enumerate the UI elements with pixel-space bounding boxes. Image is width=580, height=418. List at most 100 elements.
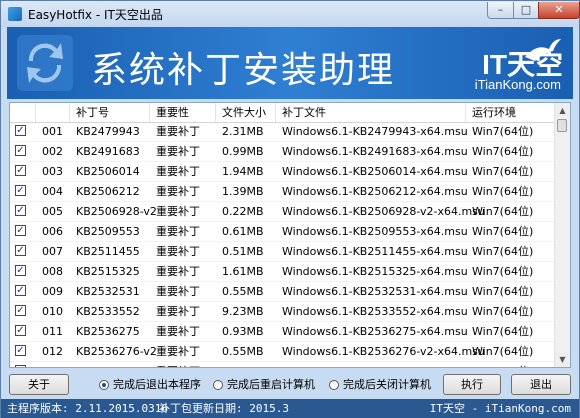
radio-dot-checked[interactable]: [99, 380, 109, 390]
run-environment: Win7(64位): [472, 145, 534, 158]
importance: 重要补丁: [156, 165, 200, 178]
run-environment: Win7(64位): [466, 362, 556, 367]
importance: 重要补丁: [156, 145, 200, 158]
importance: 重要补丁: [156, 285, 200, 298]
table-row[interactable]: ✓ 012 KB2536276-v2 重要补丁 0.55MB Windows6.1-KB2…: [10, 342, 556, 362]
patch-number: KB2506014: [76, 165, 140, 178]
importance: 重要补丁: [156, 185, 200, 198]
scroll-up-icon[interactable]: ▲: [555, 103, 570, 118]
patch-number: KB2515325: [76, 265, 140, 278]
table-row[interactable]: ✓ 013KB2544893重要补丁0.96MBWindows6.1-KB2544…: [10, 362, 556, 367]
row-checkbox[interactable]: ✓: [15, 245, 26, 256]
close-button[interactable]: ✕: [538, 2, 580, 19]
table-row[interactable]: ✓ 009 KB2532531 重要补丁 0.55MB Windows6.1-KB2532…: [10, 282, 556, 302]
update-date-text: 补丁包更新日期: 2015.3: [159, 402, 289, 415]
run-environment: Win7(64位): [472, 345, 534, 358]
row-number: 005: [42, 205, 63, 218]
run-environment: Win7(64位): [472, 285, 534, 298]
row-checkbox[interactable]: ✓: [15, 225, 26, 236]
row-checkbox[interactable]: ✓: [15, 325, 26, 336]
header-check[interactable]: [10, 103, 36, 122]
brand-logo: IT天空 iTianKong.com: [443, 37, 563, 93]
row-number: 003: [42, 165, 63, 178]
header-size[interactable]: 文件大小: [216, 103, 276, 122]
row-number: 008: [42, 265, 63, 278]
importance: 重要补丁: [156, 305, 200, 318]
file-size: 0.61MB: [222, 225, 264, 238]
main-window: EasyHotfix - IT天空出品 – □ ✕ 系统补丁安装助理 IT天空 …: [0, 0, 580, 418]
importance: 重要补丁: [156, 245, 200, 258]
row-checkbox[interactable]: ✓: [15, 165, 26, 176]
brand-sub: iTianKong.com: [474, 77, 561, 92]
table-row[interactable]: ✓ 006 KB2509553 重要补丁 0.61MB Windows6.1-KB2509…: [10, 222, 556, 242]
table-row[interactable]: ✓ 005 KB2506928-v2 重要补丁 0.22MB Windows6.1-KB2…: [10, 202, 556, 222]
importance: 重要补丁: [156, 125, 200, 138]
table-row[interactable]: ✓ 002 KB2491683 重要补丁 0.99MB Windows6.1-KB2491…: [10, 142, 556, 162]
row-number: 004: [42, 185, 63, 198]
table-row[interactable]: ✓ 001 KB2479943 重要补丁 2.31MB Windows6.1-KB2479…: [10, 122, 556, 142]
row-checkbox[interactable]: ✓: [15, 185, 26, 196]
table-row[interactable]: ✓ 003 KB2506014 重要补丁 1.94MB Windows6.1-KB2506…: [10, 162, 556, 182]
patch-file: Windows6.1-KB2536275-x64.msu: [282, 325, 468, 338]
importance: 重要补丁: [150, 362, 216, 367]
patch-number: KB2536276-v2: [76, 345, 157, 358]
patch-file: Windows6.1-KB2532531-x64.msu: [282, 285, 468, 298]
file-size: 0.55MB: [222, 345, 264, 358]
table-row[interactable]: ✓ 008 KB2515325 重要补丁 1.61MB Windows6.1-KB2515…: [10, 262, 556, 282]
list-header: 补丁号 重要性 文件大小 补丁文件 运行环境: [10, 103, 556, 123]
row-checkbox[interactable]: ✓: [15, 285, 26, 296]
importance: 重要补丁: [156, 225, 200, 238]
patch-file: Windows6.1-KB2509553-x64.msu: [282, 225, 468, 238]
run-environment: Win7(64位): [472, 165, 534, 178]
banner: 系统补丁安装助理 IT天空 iTianKong.com: [7, 27, 573, 99]
radio-restart-label: 完成后重启计算机: [227, 378, 315, 391]
patch-number: KB2511455: [76, 245, 140, 258]
row-checkbox[interactable]: ✓: [15, 265, 26, 276]
header-file[interactable]: 补丁文件: [276, 103, 466, 122]
vertical-scrollbar[interactable]: ▲ ▼: [554, 103, 570, 367]
row-number: 010: [42, 305, 63, 318]
table-row[interactable]: ✓ 004 KB2506212 重要补丁 1.39MB Windows6.1-KB2506…: [10, 182, 556, 202]
row-number: 002: [42, 145, 63, 158]
file-size: 1.94MB: [222, 165, 264, 178]
action-bar: 关于 完成后退出本程序 完成后重启计算机 完成后关闭计算机 执行 退出: [7, 371, 573, 399]
row-checkbox[interactable]: ✓: [15, 345, 26, 356]
patch-list[interactable]: 补丁号 重要性 文件大小 补丁文件 运行环境 ✓ 001 KB2479943 重要补丁…: [9, 102, 571, 368]
scroll-down-icon[interactable]: ▼: [555, 352, 570, 367]
run-environment: Win7(64位): [472, 225, 534, 238]
maximize-button[interactable]: □: [513, 2, 539, 19]
row-number: 011: [42, 325, 63, 338]
row-checkbox[interactable]: ✓: [15, 305, 26, 316]
header-blank[interactable]: [36, 103, 70, 122]
row-checkbox[interactable]: ✓: [15, 145, 26, 156]
file-size: 0.55MB: [222, 285, 264, 298]
status-bar: 主程序版本: 2.11.2015.0316 补丁包更新日期: 2015.3 IT…: [1, 399, 579, 418]
about-button[interactable]: 关于: [9, 374, 69, 395]
row-checkbox[interactable]: ✓: [15, 205, 26, 216]
patch-file: Windows6.1-KB2479943-x64.msu: [282, 125, 468, 138]
table-row[interactable]: ✓ 007 KB2511455 重要补丁 0.51MB Windows6.1-KB2511…: [10, 242, 556, 262]
minimize-button[interactable]: –: [487, 2, 514, 19]
row-number: 009: [42, 285, 63, 298]
radio-dot[interactable]: [329, 380, 339, 390]
file-size: 9.23MB: [222, 305, 264, 318]
banner-title: 系统补丁安装助理: [91, 50, 396, 91]
header-env[interactable]: 运行环境: [466, 103, 556, 122]
title-bar[interactable]: EasyHotfix - IT天空出品 – □ ✕: [1, 1, 580, 27]
radio-dot[interactable]: [213, 380, 223, 390]
row-checkbox[interactable]: ✓: [15, 365, 26, 367]
table-row[interactable]: ✓ 010 KB2533552 重要补丁 9.23MB Windows6.1-KB2533…: [10, 302, 556, 322]
file-size: 1.39MB: [222, 185, 264, 198]
row-checkbox[interactable]: ✓: [15, 125, 26, 136]
run-button[interactable]: 执行: [443, 374, 501, 395]
importance: 重要补丁: [156, 345, 200, 358]
header-importance[interactable]: 重要性: [150, 103, 216, 122]
table-row[interactable]: ✓ 011 KB2536275 重要补丁 0.93MB Windows6.1-KB2536…: [10, 322, 556, 342]
file-size: 2.31MB: [222, 125, 264, 138]
refresh-logo-icon: [17, 35, 73, 91]
header-patch-number[interactable]: 补丁号: [70, 103, 150, 122]
run-environment: Win7(64位): [472, 185, 534, 198]
exit-button[interactable]: 退出: [511, 374, 571, 395]
scroll-thumb[interactable]: [557, 119, 567, 132]
patch-file: Windows6.1-KB2506212-x64.msu: [282, 185, 468, 198]
